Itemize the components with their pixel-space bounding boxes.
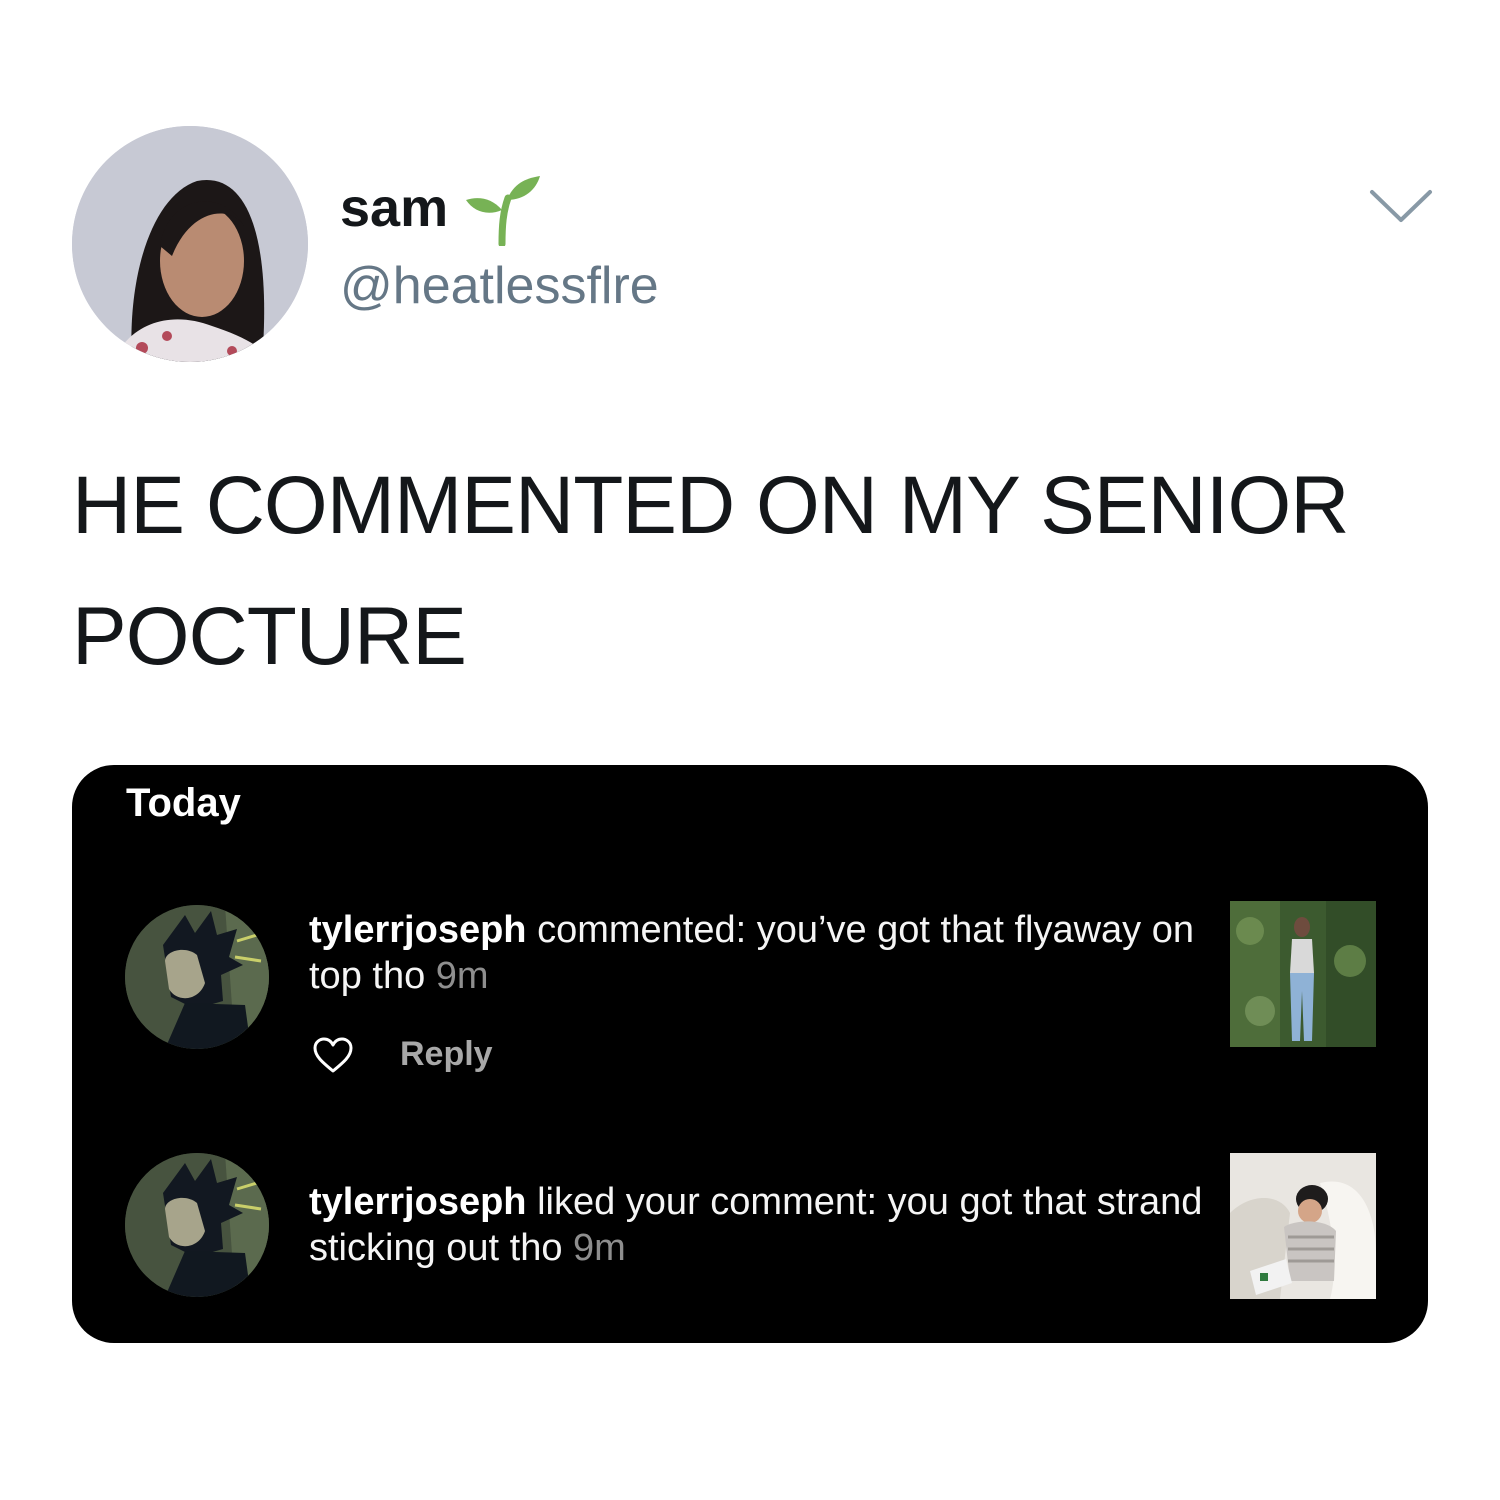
section-title: Today bbox=[126, 781, 241, 825]
notification-time: 9m bbox=[573, 1227, 626, 1269]
notification-text: tylerrjoseph liked your comment: you got… bbox=[309, 1179, 1209, 1271]
commenter-avatar-image bbox=[125, 905, 269, 1049]
author-handle[interactable]: @heatlessflre bbox=[340, 254, 659, 318]
chevron-down-icon[interactable] bbox=[1368, 186, 1434, 226]
notification-username[interactable]: tylerrjoseph bbox=[309, 909, 527, 951]
notifications-screenshot: Today tylerrjoseph commented: you’ve got… bbox=[72, 765, 1428, 1343]
heart-icon[interactable] bbox=[312, 1036, 354, 1074]
commenter-avatar[interactable] bbox=[125, 905, 269, 1049]
notification-text: tylerrjoseph commented: you’ve got that … bbox=[309, 907, 1209, 999]
post-thumbnail-image bbox=[1230, 1153, 1376, 1299]
author-display-name[interactable]: sam bbox=[340, 176, 448, 240]
liker-avatar-image bbox=[125, 1153, 269, 1297]
notification-username[interactable]: tylerrjoseph bbox=[309, 1181, 527, 1223]
author-avatar-image bbox=[72, 126, 308, 362]
tweet-text: HE COMMENTED ON MY SENIOR POCTURE bbox=[72, 460, 1349, 682]
reply-button[interactable]: Reply bbox=[400, 1035, 493, 1074]
author-name-row: sam bbox=[340, 170, 542, 246]
notification-time: 9m bbox=[435, 955, 489, 997]
seedling-emoji-icon bbox=[466, 176, 541, 246]
notification-actions: Reply bbox=[312, 1035, 493, 1074]
post-thumbnail[interactable] bbox=[1230, 1153, 1376, 1299]
post-thumbnail-image bbox=[1230, 901, 1376, 1047]
liker-avatar[interactable] bbox=[125, 1153, 269, 1297]
author-avatar[interactable] bbox=[72, 126, 308, 362]
post-thumbnail[interactable] bbox=[1230, 901, 1376, 1047]
